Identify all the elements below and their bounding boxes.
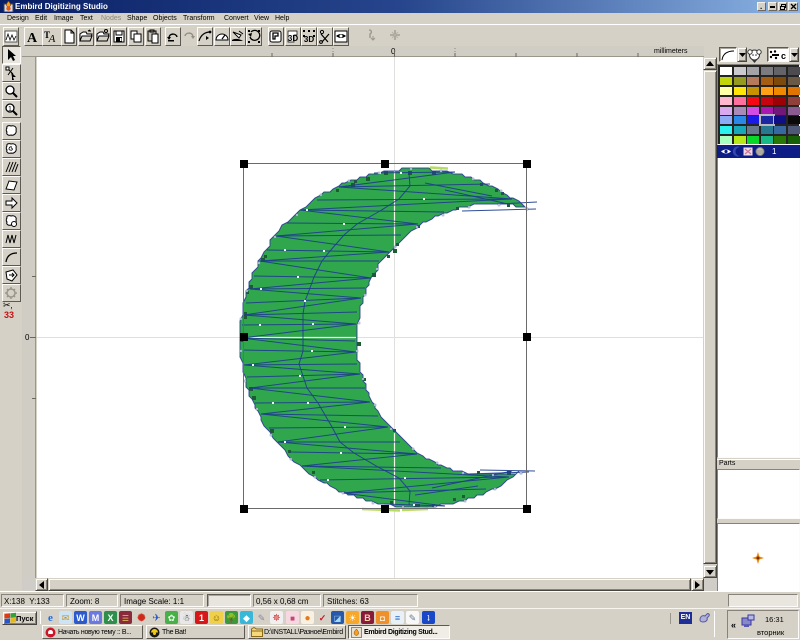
svg-text:A: A: [27, 31, 38, 44]
svg-text:A: A: [48, 33, 56, 44]
svg-text:c: c: [781, 51, 786, 61]
svg-text:1: 1: [8, 106, 12, 113]
svg-text:3D: 3D: [304, 35, 314, 44]
svg-text:3D: 3D: [288, 34, 298, 43]
